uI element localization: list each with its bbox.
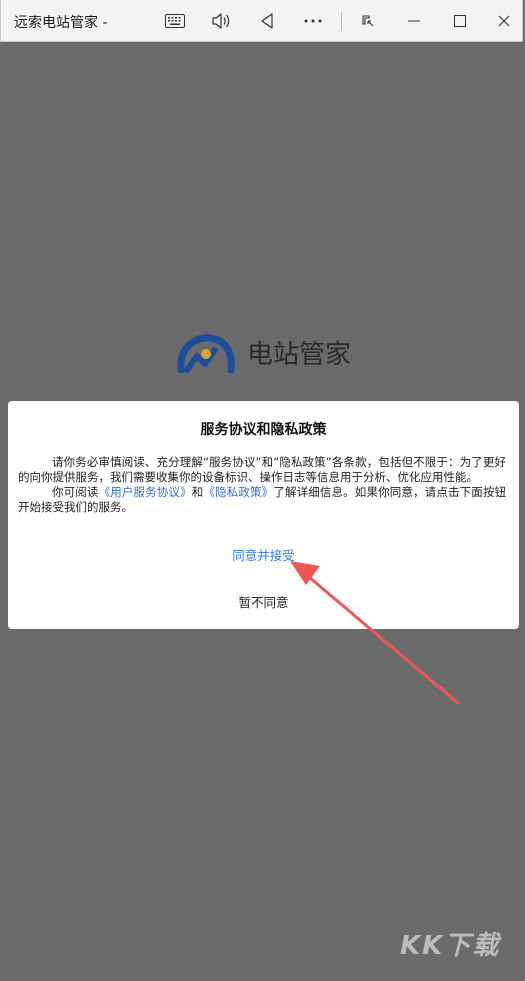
window-title: 远索电站管家 - (14, 15, 108, 31)
power-station-logo-icon (177, 334, 235, 374)
more-icon[interactable] (298, 6, 328, 36)
volume-icon[interactable] (206, 6, 236, 36)
watermark: KK下载 (400, 931, 501, 961)
dialog-body: 请你务必审慎阅读、充分理解“服务协议”和“隐私政策”各条款，包括但不限于：为了更… (18, 455, 506, 515)
maximize-icon[interactable] (445, 6, 475, 36)
app-logo-text: 电站管家 (247, 339, 352, 370)
para2-and: 和 (191, 485, 204, 499)
back-triangle-icon[interactable] (252, 6, 282, 36)
window-titlebar: 远索电站管家 - (0, 0, 523, 42)
privacy-dialog: 服务协议和隐私政策 请你务必审慎阅读、充分理解“服务协议”和“隐私政策”各条款，… (8, 401, 519, 629)
keyboard-icon[interactable] (160, 6, 190, 36)
user-agreement-link[interactable]: 《用户服务协议》 (99, 485, 192, 499)
privacy-policy-link[interactable]: 《隐私政策》 (203, 485, 273, 499)
snap-icon[interactable] (353, 6, 383, 36)
disagree-button[interactable]: 暂不同意 (8, 592, 519, 611)
dialog-paragraph-2: 你可阅读《用户服务协议》和《隐私政策》了解详细信息。如果你同意，请点击下面按钮开… (18, 485, 506, 515)
minimize-icon[interactable] (399, 6, 429, 36)
app-logo: 电站管家 (175, 330, 351, 374)
close-icon[interactable] (489, 6, 519, 36)
agree-button[interactable]: 同意并接受 (8, 545, 519, 564)
dialog-title: 服务协议和隐私政策 (200, 422, 327, 438)
titlebar-separator (341, 12, 342, 30)
dialog-paragraph-1: 请你务必审慎阅读、充分理解“服务协议”和“隐私政策”各条款，包括但不限于：为了更… (18, 455, 506, 484)
para2-prefix: 你可阅读 (52, 485, 99, 499)
